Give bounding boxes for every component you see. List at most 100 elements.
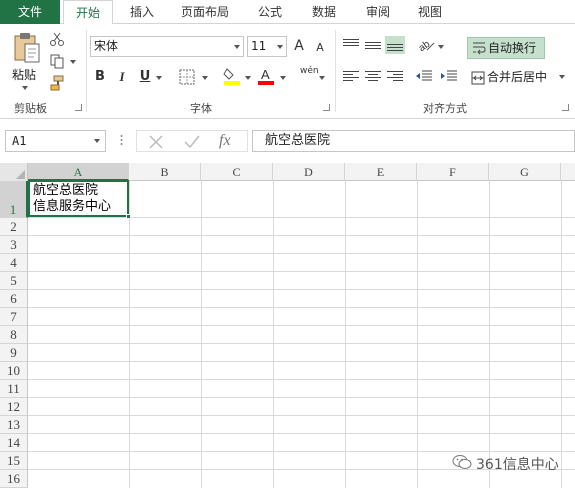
chevron-down-icon: [277, 45, 283, 49]
row-header-1[interactable]: 1: [0, 181, 28, 218]
formula-bar-grip-icon[interactable]: [120, 133, 123, 147]
font-size-combo[interactable]: 11: [247, 36, 287, 57]
tab-formulas[interactable]: 公式: [246, 0, 294, 24]
column-header-a[interactable]: A: [28, 163, 129, 181]
row-header-11[interactable]: 11: [0, 380, 28, 398]
column-header-c[interactable]: C: [201, 163, 273, 181]
grid-line: [28, 361, 575, 362]
phonetic-guide-button[interactable]: wén: [300, 66, 319, 76]
merge-center-button[interactable]: 合并后居中: [467, 66, 567, 88]
font-color-icon[interactable]: A: [256, 66, 276, 86]
increase-indent-icon[interactable]: [440, 68, 458, 84]
font-group-label: 字体: [190, 102, 212, 115]
alignment-launcher-icon[interactable]: [562, 104, 569, 111]
row-header-7[interactable]: 7: [0, 308, 28, 326]
row-header-13[interactable]: 13: [0, 416, 28, 434]
ribbon-tab-bar: 文件 开始 插入 页面布局 公式 数据 审阅 视图: [0, 0, 575, 25]
grid-line: [28, 217, 575, 218]
grow-font-button[interactable]: A: [292, 37, 306, 55]
copy-icon[interactable]: [48, 52, 66, 70]
row-header-15[interactable]: 15: [0, 452, 28, 470]
column-header-g[interactable]: G: [489, 163, 561, 181]
merge-center-label: 合并后居中: [487, 70, 548, 84]
merge-dropdown-icon[interactable]: [559, 75, 565, 79]
cell-a1-line-1: 航空总医院: [33, 183, 99, 198]
wechat-icon: [452, 454, 472, 474]
tab-page-layout[interactable]: 页面布局: [170, 0, 240, 24]
cancel-icon[interactable]: [147, 133, 165, 154]
align-left-icon[interactable]: [343, 70, 359, 84]
tab-insert[interactable]: 插入: [118, 0, 166, 24]
cell-a1-content: 航空总医院 信息服务中心: [33, 183, 111, 215]
column-header-e[interactable]: E: [345, 163, 417, 181]
fill-handle[interactable]: [126, 214, 131, 219]
grid-line: [561, 181, 562, 488]
insert-function-button[interactable]: fx: [219, 131, 231, 151]
tab-file[interactable]: 文件: [0, 0, 60, 24]
orientation-icon[interactable]: ab: [418, 36, 436, 54]
align-middle-icon[interactable]: [365, 38, 381, 52]
italic-button[interactable]: I: [114, 68, 130, 86]
formula-input[interactable]: 航空总医院: [252, 130, 575, 152]
row-header-12[interactable]: 12: [0, 398, 28, 416]
tab-view[interactable]: 视图: [406, 0, 454, 24]
phonetic-dropdown-icon[interactable]: [319, 76, 325, 80]
grid-line: [28, 379, 575, 380]
cut-icon[interactable]: [48, 30, 66, 48]
name-box[interactable]: A1: [5, 130, 106, 152]
align-center-icon[interactable]: [365, 70, 381, 84]
orientation-dropdown-icon[interactable]: [438, 45, 444, 49]
column-header-row: A B C D E F G: [0, 163, 575, 181]
paste-label[interactable]: 粘贴: [12, 66, 36, 83]
row-header-10[interactable]: 10: [0, 362, 28, 380]
tab-home[interactable]: 开始: [63, 0, 113, 25]
underline-button[interactable]: U: [137, 68, 153, 86]
borders-dropdown-icon[interactable]: [202, 76, 208, 80]
cell-a1[interactable]: 航空总医院 信息服务中心: [28, 180, 131, 219]
font-launcher-icon[interactable]: [323, 104, 330, 111]
row-header-8[interactable]: 8: [0, 326, 28, 344]
select-all-button[interactable]: [0, 163, 28, 181]
fill-color-icon[interactable]: [222, 66, 242, 86]
row-header-16[interactable]: 16: [0, 470, 28, 488]
clipboard-group-label: 剪贴板: [14, 102, 47, 115]
name-box-value: A1: [12, 134, 27, 148]
copy-dropdown-icon[interactable]: [70, 60, 76, 64]
format-painter-icon[interactable]: [48, 74, 66, 92]
grid-line: [28, 253, 575, 254]
font-color-dropdown-icon[interactable]: [280, 76, 286, 80]
borders-icon[interactable]: [178, 68, 196, 86]
fill-color-dropdown-icon[interactable]: [245, 76, 251, 80]
underline-dropdown-icon[interactable]: [156, 76, 162, 80]
grid-line: [28, 307, 575, 308]
paste-dropdown-icon[interactable]: [22, 86, 28, 90]
shrink-font-button[interactable]: A: [314, 39, 326, 57]
wrap-text-label: 自动换行: [488, 41, 537, 55]
paste-icon[interactable]: [10, 30, 44, 66]
worksheet-grid[interactable]: A B C D E F G 1 2 3 4 5 6 7 8 9 10 11 12…: [0, 163, 575, 488]
font-size-value: 11: [251, 39, 267, 53]
decrease-indent-icon[interactable]: [415, 68, 433, 84]
tab-review[interactable]: 审阅: [354, 0, 402, 24]
font-name-combo[interactable]: 宋体: [90, 36, 244, 57]
clipboard-launcher-icon[interactable]: [75, 104, 82, 111]
column-header-f[interactable]: F: [417, 163, 489, 181]
enter-icon[interactable]: [183, 133, 201, 154]
row-header-6[interactable]: 6: [0, 290, 28, 308]
column-header-b[interactable]: B: [129, 163, 201, 181]
align-bottom-icon[interactable]: [385, 36, 405, 54]
row-header-9[interactable]: 9: [0, 344, 28, 362]
grid-line: [417, 181, 418, 488]
wrap-text-button[interactable]: 自动换行: [467, 37, 545, 59]
formula-buttons: fx: [136, 130, 248, 152]
row-header-4[interactable]: 4: [0, 254, 28, 272]
row-header-3[interactable]: 3: [0, 236, 28, 254]
align-top-icon[interactable]: [343, 38, 359, 52]
align-right-icon[interactable]: [387, 70, 403, 84]
column-header-d[interactable]: D: [273, 163, 345, 181]
row-header-2[interactable]: 2: [0, 218, 28, 236]
tab-data[interactable]: 数据: [300, 0, 348, 24]
row-header-5[interactable]: 5: [0, 272, 28, 290]
row-header-14[interactable]: 14: [0, 434, 28, 452]
bold-button[interactable]: B: [92, 68, 108, 86]
